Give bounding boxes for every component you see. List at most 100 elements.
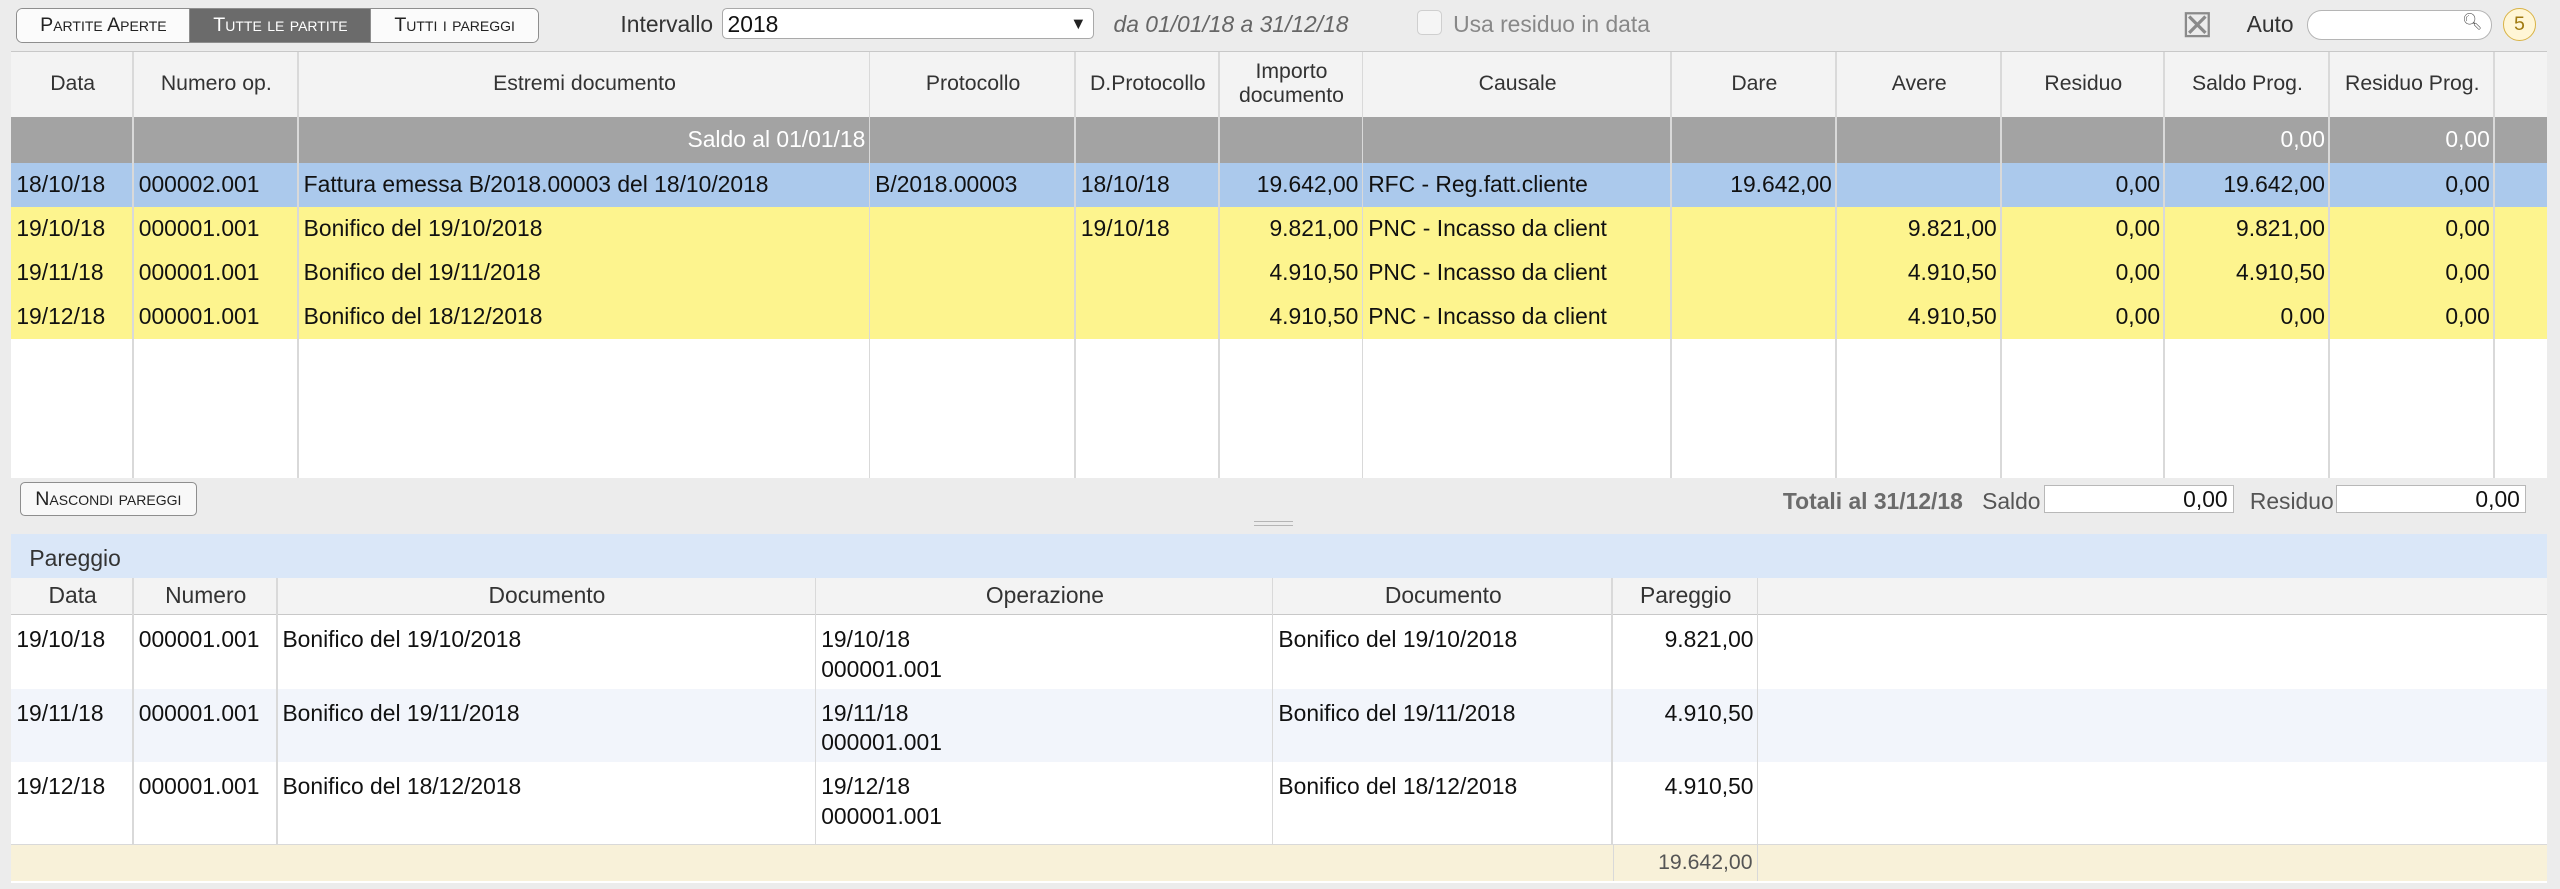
cell-estremi-documento: Bonifico del 19/11/2018 <box>303 259 541 286</box>
cell-d-protocollo <box>1076 251 1220 295</box>
pareggio-header: Pareggio <box>11 533 2547 578</box>
column-header-residuo-prog[interactable]: Residuo Prog. <box>2330 52 2495 117</box>
app-window: Partite Aperte Tutte le partite Tutti i … <box>0 0 2560 889</box>
cell-residuo: 0,00 <box>2115 303 2161 330</box>
saldo-residuo-prog: 0,00 <box>2445 126 2490 153</box>
cell-estremi-documento: Bonifico del 19/10/2018 <box>303 215 543 242</box>
column-header-numero-op[interactable]: Numero op. <box>134 52 299 117</box>
residuo-checkbox[interactable] <box>1417 9 1443 35</box>
column-divider <box>2493 51 2495 480</box>
pareggio-cell-numero: 000001.001 <box>138 773 260 800</box>
date-range-text: da 01/01/18 a 31/12/18 <box>1113 11 1349 38</box>
column-header-estremi-documento[interactable]: Estremi documento <box>299 52 870 117</box>
cell-saldo-prog: 9.821,00 <box>2236 215 2325 242</box>
pareggio-cell-pareggio: 4.910,50 <box>1664 773 1754 800</box>
auto-label: Auto <box>2246 11 2294 38</box>
cell-residuo-prog: 0,00 <box>2445 303 2490 330</box>
search-icon: 🔍︎ <box>2461 13 2483 32</box>
pareggio-column-documento-op[interactable]: Documento <box>1273 578 1613 614</box>
count-badge[interactable]: 5 <box>2502 8 2536 42</box>
table-row[interactable]: 19/10/18 000001.001 Bonifico del 19/10/201… <box>11 206 2547 251</box>
pareggio-cell-operazione: 19/10/18 000001.001 <box>821 626 942 682</box>
pareggio-row[interactable]: 19/12/18 000001.001 Bonifico del 18/12/201… <box>11 762 2547 836</box>
pareggio-cell-data: 19/11/18 <box>16 699 104 726</box>
cell-avere: 4.910,50 <box>1907 303 1997 330</box>
saldo-row[interactable]: Saldo al 01/01/18 0,00 0,00 <box>11 116 2547 163</box>
column-header-dare[interactable]: Dare <box>1672 52 1837 117</box>
pareggio-cell-documento-op: Bonifico del 19/10/2018 <box>1278 626 1518 653</box>
interval-select[interactable]: 2018 ▼ <box>721 8 1094 40</box>
pareggio-cell-documento: Bonifico del 19/11/2018 <box>282 699 520 726</box>
column-divider <box>1361 51 1364 480</box>
pareggio-row[interactable]: 19/11/18 000001.001 Bonifico del 19/11/201… <box>11 688 2547 763</box>
cell-protocollo: B/2018.00003 <box>875 171 1018 198</box>
cell-protocollo <box>870 295 1076 339</box>
cell-dare <box>1672 295 1837 339</box>
cell-causale: RFC - Reg.fatt.cliente <box>1368 171 1588 198</box>
pareggio-column-numero[interactable]: Numero <box>134 578 278 614</box>
column-header-causale[interactable]: Causale <box>1363 52 1672 117</box>
search-input[interactable]: 🔍︎ <box>2307 9 2492 40</box>
column-header-importo-documento[interactable]: Importo documento <box>1220 52 1364 117</box>
column-divider <box>1670 51 1672 480</box>
column-divider <box>2000 51 2002 480</box>
table-row[interactable]: 19/11/18 000001.001 Bonifico del 19/11/201… <box>11 250 2547 295</box>
column-header-avere[interactable]: Avere <box>1837 52 2002 117</box>
cell-dare <box>1672 251 1837 295</box>
partite-table: Data Numero op. Estremi documento Protocoll… <box>11 50 2547 480</box>
pareggio-cell-documento-op: Bonifico del 18/12/2018 <box>1278 773 1518 800</box>
pareggio-column-data[interactable]: Data <box>11 578 133 614</box>
cell-numero-op: 000002.001 <box>138 171 260 198</box>
pareggio-cell-pareggio: 4.910,50 <box>1664 699 1754 726</box>
pareggio-column-documento[interactable]: Documento <box>278 578 817 614</box>
pareggio-cell-documento: Bonifico del 18/12/2018 <box>282 773 522 800</box>
totali-label: Totali al 31/12/18 <box>1782 488 1963 515</box>
column-header-protocollo[interactable]: Protocollo <box>870 52 1076 117</box>
cell-residuo-prog: 0,00 <box>2445 171 2490 198</box>
saldo-field: 0,00 <box>2044 484 2234 513</box>
column-divider <box>1217 51 1220 480</box>
seg-tutte-le-partite[interactable]: Tutte le partite <box>190 9 372 42</box>
column-divider <box>1835 51 1837 480</box>
column-divider <box>814 577 817 845</box>
cell-data: 18/10/18 <box>16 171 106 198</box>
cell-data: 19/11/18 <box>16 259 104 286</box>
cell-avere: 9.821,00 <box>1907 215 1997 242</box>
cell-causale: PNC - Incasso da client <box>1368 215 1607 242</box>
cell-saldo-prog: 0,00 <box>2280 303 2325 330</box>
pareggio-column-pareggio[interactable]: Pareggio <box>1613 578 1758 614</box>
saldo-label: Saldo <box>1982 488 2041 515</box>
cell-importo-documento: 9.821,00 <box>1269 215 1359 242</box>
pareggio-cell-documento-op: Bonifico del 19/11/2018 <box>1278 699 1516 726</box>
cell-saldo-prog: 19.642,00 <box>2223 171 2325 198</box>
cell-d-protocollo: 19/10/18 <box>1080 215 1170 242</box>
column-header-data[interactable]: Data <box>11 52 133 117</box>
splitter-handle[interactable] <box>1253 520 1294 527</box>
excel-icon[interactable] <box>2181 10 2214 39</box>
seg-tutti-i-pareggi[interactable]: Tutti i pareggi <box>371 9 538 42</box>
chevron-down-icon: ▼ <box>1070 15 1087 34</box>
column-divider <box>1271 577 1274 845</box>
table-row[interactable]: 19/12/18 000001.001 Bonifico del 18/12/201… <box>11 294 2547 339</box>
interval-label: Intervallo <box>620 11 714 38</box>
column-header-saldo-prog[interactable]: Saldo Prog. <box>2165 52 2330 117</box>
hide-pareggi-button[interactable]: Nascondi pareggi <box>19 481 198 517</box>
seg-partite-aperte[interactable]: Partite Aperte <box>17 9 191 42</box>
cell-d-protocollo <box>1076 295 1220 339</box>
cell-protocollo <box>870 251 1076 295</box>
cell-residuo: 0,00 <box>2115 171 2161 198</box>
pareggio-row[interactable]: 19/10/18 000001.001 Bonifico del 19/10/201… <box>11 615 2547 689</box>
totals-bar: Nascondi pareggi Totali al 31/12/18 Sald… <box>11 478 2547 518</box>
column-divider <box>275 577 278 845</box>
pareggio-cell-data: 19/10/18 <box>16 626 106 653</box>
pareggio-total: 19.642,00 <box>1613 845 1759 881</box>
table-row[interactable]: 18/10/18 000002.001 Fattura emessa B/2018.… <box>11 162 2547 207</box>
pareggio-title: Pareggio <box>29 545 121 572</box>
column-divider <box>2328 51 2330 480</box>
column-header-d-protocollo[interactable]: D.Protocollo <box>1076 52 1220 117</box>
column-divider <box>297 51 299 480</box>
cell-data: 19/12/18 <box>16 303 106 330</box>
pareggio-column-operazione[interactable]: Operazione <box>816 578 1273 614</box>
pareggio-panel: Pareggio Data Numero Documento Operazione Do… <box>11 533 2547 884</box>
column-header-residuo[interactable]: Residuo <box>2002 52 2165 117</box>
